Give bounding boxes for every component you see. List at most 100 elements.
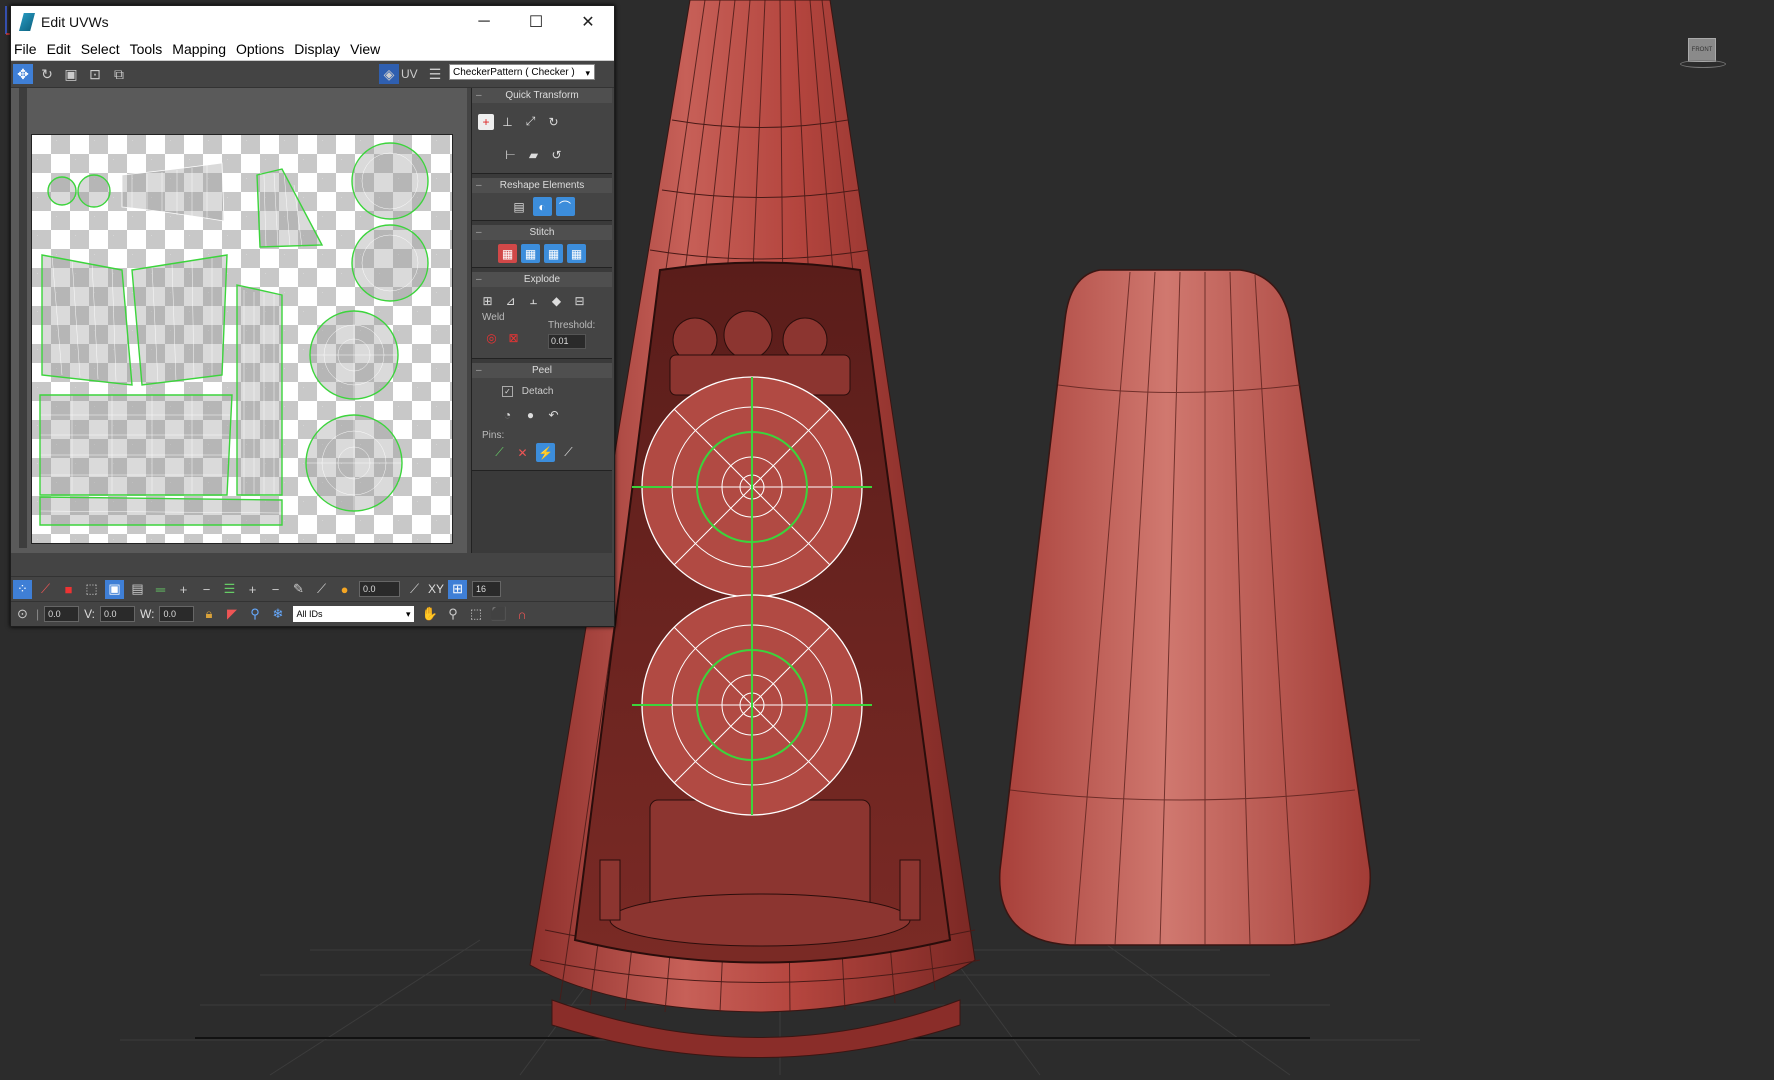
face-mode-icon[interactable]: ■ (59, 580, 78, 599)
w-label: W: (140, 607, 155, 621)
freeze-icon[interactable]: ❄ (268, 605, 287, 624)
zoom-extents-icon[interactable]: ⬛ (489, 605, 508, 624)
rotate-icon[interactable]: ↻ (37, 64, 57, 84)
rollout-header-peel[interactable]: – Peel (472, 363, 612, 378)
arch-icon[interactable]: ⌒ (555, 197, 575, 216)
zoom-region-icon[interactable]: ⬚ (466, 605, 485, 624)
xy-label[interactable]: XY (428, 582, 444, 596)
paint-select-icon[interactable]: ✎ (289, 580, 308, 599)
grid-snap-icon[interactable]: ⊞ (448, 579, 468, 599)
stitch-average-icon[interactable]: ▦ (521, 244, 540, 263)
edit-uvws-window[interactable]: Edit UVWs ─ ☐ ✕ File Edit Select Tools M… (10, 5, 615, 627)
shrink-icon[interactable]: − (197, 580, 216, 599)
v-spinner[interactable]: 0.0 (100, 606, 136, 622)
edge-mode-icon[interactable]: ⟋ (36, 580, 55, 599)
element-mode-icon[interactable]: ⬚ (82, 580, 101, 599)
vertex-mode-icon[interactable]: ⁘ (13, 579, 32, 599)
stitch-to-source-icon[interactable]: ▦ (544, 244, 563, 263)
align-diagonal-icon[interactable]: ⤢ (521, 112, 540, 131)
split-icon[interactable]: ⊟ (570, 291, 589, 310)
shrink-ring-icon[interactable]: − (266, 580, 285, 599)
quick-peel-icon[interactable]: ◔ (498, 405, 517, 424)
hide-icon[interactable]: ◤ (222, 605, 241, 624)
expand-icon[interactable]: + (174, 580, 193, 599)
auto-pin-icon[interactable]: ⚡ (536, 443, 555, 462)
target-weld-icon[interactable]: ◎ (482, 328, 501, 347)
explode-icon[interactable]: ◆ (547, 291, 566, 310)
chevron-down-icon: ▾ (585, 68, 590, 78)
rotate-cw-icon[interactable]: ↻ (544, 112, 563, 131)
zoom-icon[interactable]: ⚲ (443, 605, 462, 624)
u-spinner[interactable]: 0.0 (44, 606, 80, 622)
unpin-icon[interactable]: ✕ (513, 443, 532, 462)
weld-selected-icon[interactable]: ⊠ (504, 328, 523, 347)
mirror-icon[interactable]: ⧉ (109, 64, 129, 84)
falloff-spinner[interactable]: 0.0 (359, 581, 400, 597)
rollout-header-reshape[interactable]: – Reshape Elements (472, 178, 612, 193)
maximize-button[interactable]: ☐ (510, 6, 562, 38)
texture-toggle-icon[interactable]: ◈ (379, 64, 399, 84)
app-icon (19, 13, 35, 31)
texture-dropdown[interactable]: CheckerPattern ( Checker ) ▾ (449, 64, 595, 80)
relax-icon[interactable]: ◐ (532, 197, 552, 216)
move-icon[interactable]: ✥ (13, 64, 33, 84)
material-ids-dropdown[interactable]: All IDs ▾ (293, 606, 415, 622)
minimize-button[interactable]: ─ (458, 6, 510, 38)
soft-select-icon[interactable]: ● (335, 580, 354, 599)
rollout-header-explode[interactable]: – Explode (472, 272, 612, 287)
menu-display[interactable]: Display (291, 41, 347, 57)
rotate-ccw-icon[interactable]: ↺ (547, 145, 566, 164)
grow-select-icon[interactable]: ▤ (128, 580, 147, 599)
threshold-spinner[interactable]: 0.01 (548, 334, 586, 349)
paint-size-icon[interactable]: ⟋ (312, 580, 331, 599)
ring-icon[interactable]: ☰ (220, 580, 239, 599)
reshape-elements-rollout: – Reshape Elements ▤ ◐ ⌒ (472, 178, 612, 221)
set-pivot-icon[interactable]: + (478, 113, 494, 130)
pin-icon[interactable]: ⟋ (490, 443, 509, 462)
rollout-header-stitch[interactable]: – Stitch (472, 225, 612, 240)
peel-mode-icon[interactable]: ● (521, 405, 540, 424)
loop-icon[interactable]: ═ (151, 580, 170, 599)
uv-editor-area[interactable] (11, 88, 467, 553)
stitch-to-target-icon[interactable]: ▦ (498, 244, 517, 263)
menu-tools[interactable]: Tools (127, 41, 170, 57)
list-icon[interactable]: ☰ (425, 64, 445, 84)
straighten-icon[interactable]: ▰ (524, 145, 543, 164)
close-button[interactable]: ✕ (562, 6, 614, 38)
rollout-header-quick-transform[interactable]: – Quick Transform (472, 88, 612, 103)
select-by-element-icon[interactable]: ▣ (105, 579, 124, 599)
detach-checkbox[interactable]: ✓ (502, 386, 513, 397)
detach-edge-icon[interactable]: ⊿ (501, 291, 520, 310)
freeform-icon[interactable]: ⊡ (85, 64, 105, 84)
align-horizontal-icon[interactable]: ⊥ (498, 112, 517, 131)
scale-icon[interactable]: ▣ (61, 64, 81, 84)
pan-icon[interactable]: ✋ (420, 605, 439, 624)
menu-view[interactable]: View (347, 41, 387, 57)
menu-edit[interactable]: Edit (44, 41, 78, 57)
window-titlebar[interactable]: Edit UVWs ─ ☐ ✕ (11, 6, 614, 38)
grow-ring-icon[interactable]: + (243, 580, 262, 599)
collapse-icon: – (476, 365, 482, 376)
snap-icon[interactable]: ∩ (512, 605, 531, 624)
reset-peel-icon[interactable]: ↶ (544, 405, 563, 424)
w-spinner[interactable]: 0.0 (159, 606, 195, 622)
view-cube[interactable]: FRONT (1680, 38, 1726, 68)
menu-file[interactable]: File (11, 41, 44, 57)
straighten-selection-icon[interactable]: ▤ (510, 197, 529, 216)
menu-select[interactable]: Select (78, 41, 127, 57)
break-icon[interactable]: ⊞ (478, 291, 497, 310)
uv-canvas[interactable] (31, 134, 453, 544)
flatten-icon[interactable]: ⫠ (524, 291, 543, 310)
align-vertical-icon[interactable]: ⊢ (501, 145, 520, 164)
menu-options[interactable]: Options (233, 41, 291, 57)
grid-size-spinner[interactable]: 16 (472, 581, 502, 597)
menu-mapping[interactable]: Mapping (169, 41, 233, 57)
view-cube-label: FRONT (1688, 38, 1716, 62)
lock-icon[interactable]: 🔒︎ (199, 605, 218, 624)
show-icon[interactable]: ⚲ (245, 605, 264, 624)
absolute-mode-icon[interactable]: ⊙ (13, 605, 32, 624)
select-pins-icon[interactable]: ⟋ (559, 443, 578, 462)
falloff-type-icon[interactable]: ⟋ (405, 580, 424, 599)
view-cube-ring[interactable] (1680, 60, 1726, 68)
stitch-custom-icon[interactable]: ▦ (567, 244, 586, 263)
